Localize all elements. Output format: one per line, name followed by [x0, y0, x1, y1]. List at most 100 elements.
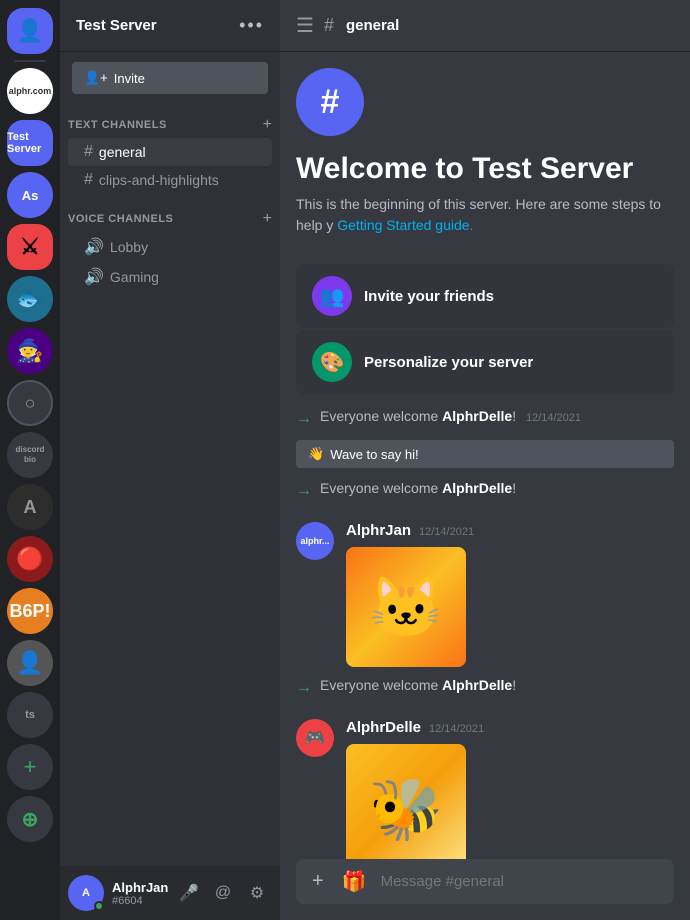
mention-button[interactable]: @ — [208, 878, 238, 908]
channel-name-clips: clips-and-highlights — [99, 172, 219, 188]
cat-sticker-emoji: 🐱 — [369, 572, 444, 643]
add-attachment-button[interactable]: + — [308, 860, 328, 903]
gift-button[interactable]: 🎁 — [338, 859, 371, 904]
user-actions: 🎤 @ ⚙ — [174, 878, 272, 908]
channel-name-general: general — [99, 144, 146, 160]
server-icon-as[interactable]: As — [7, 172, 53, 218]
at-icon: @ — [215, 884, 231, 902]
server-icon-alphr[interactable]: alphr.com — [7, 68, 53, 114]
add-voice-channel-icon[interactable]: + — [263, 210, 272, 228]
alphrdelle-username: AlphrDelle — [346, 719, 421, 736]
server-icon-ts[interactable]: Test Server — [7, 120, 53, 166]
system-timestamp: 12/14/2021 — [526, 412, 581, 424]
alphrjan-avatar: alphr... — [296, 522, 334, 560]
message-input-bar: + 🎁 — [296, 859, 674, 904]
system-message-text: Everyone welcome AlphrDelle! 12/14/2021 — [320, 408, 581, 424]
channel-item-lobby[interactable]: 🔊 Lobby — [68, 232, 272, 262]
text-channels-header[interactable]: TEXT CHANNELS + — [60, 112, 280, 138]
chat-area: # Welcome to Test Server This is the beg… — [280, 52, 690, 859]
settings-button[interactable]: ⚙ — [242, 878, 272, 908]
system-message-3: → Everyone welcome AlphrDelle! — [280, 675, 690, 699]
alphrdelle-avatar: 🎮 — [296, 719, 334, 757]
server-icon-discover[interactable]: ⊕ — [7, 796, 53, 842]
personalize-card[interactable]: 🎨 Personalize your server — [296, 330, 674, 394]
invite-friends-card[interactable]: 👥 Invite your friends — [296, 264, 674, 328]
system-message-2: → Everyone welcome AlphrDelle! — [280, 478, 690, 502]
welcome-title: Welcome to Test Server — [296, 152, 674, 186]
alphrdelle-message-header: AlphrDelle 12/14/2021 — [346, 719, 674, 736]
ts-label: Test Server — [7, 131, 53, 155]
personalize-emoji: 🎨 — [320, 350, 345, 375]
user-bar: A AlphrJan #6604 🎤 @ ⚙ — [60, 866, 280, 920]
welcome-hash-icon: # — [296, 68, 364, 136]
server-icon-circle[interactable]: ○ — [7, 380, 53, 426]
channel-item-clips[interactable]: # clips-and-highlights — [68, 166, 272, 194]
discord-bio-label: discordbio — [16, 445, 45, 464]
cat-sticker: 🐱 — [346, 547, 466, 667]
orange-icon: B6P! — [9, 601, 50, 622]
server-header[interactable]: Test Server ••• — [60, 0, 280, 52]
alphrjan-message-header: AlphrJan 12/14/2021 — [346, 522, 674, 539]
server-icon-avatar[interactable]: 👤 — [7, 640, 53, 686]
message-row-alphrjan: alphr... AlphrJan 12/14/2021 🐱 — [280, 518, 690, 671]
personalize-card-label: Personalize your server — [364, 354, 533, 371]
circle-icon: ○ — [25, 393, 36, 414]
add-icon: + — [24, 754, 37, 780]
channel-name-gaming: Gaming — [110, 269, 159, 285]
invite-card-icon: 👥 — [312, 276, 352, 316]
hash-icon-clips: # — [84, 171, 93, 189]
alphrjan-username: AlphrJan — [346, 522, 411, 539]
server-icon-home[interactable]: 👤 — [7, 8, 53, 54]
alphrdelle-message-content: AlphrDelle 12/14/2021 🐝 — [346, 719, 674, 859]
server-icon-darkred[interactable]: 🔴 — [7, 536, 53, 582]
voice-channels-section: VOICE CHANNELS + 🔊 Lobby 🔊 Gaming — [60, 198, 280, 296]
channel-name-lobby: Lobby — [110, 239, 148, 255]
user-avatar: A — [68, 875, 104, 911]
username: AlphrJan — [112, 880, 166, 895]
header-channel-name: general — [346, 17, 399, 34]
getting-started-link[interactable]: Getting Started guide. — [337, 217, 473, 233]
server-icon-red[interactable]: ⚔ — [7, 224, 53, 270]
server-icon-a[interactable]: A — [7, 484, 53, 530]
server-list: 👤 alphr.com Test Server As ⚔ 🐟 🧙 ○ disco… — [0, 0, 60, 920]
bee-sticker-emoji: 🐝 — [369, 774, 444, 845]
home-icon: 👤 — [16, 18, 43, 44]
system-message-1: → Everyone welcome AlphrDelle! 12/14/202… — [280, 406, 690, 430]
invite-card-label: Invite your friends — [364, 288, 494, 305]
main-content: ☰ # general # Welcome to Test Server Thi… — [280, 0, 690, 920]
invite-icon: 👤+ — [84, 70, 108, 86]
teal-icon: 🐟 — [16, 286, 43, 312]
server-icon-discord-bio[interactable]: discordbio — [7, 432, 53, 478]
hamburger-icon[interactable]: ☰ — [296, 13, 314, 38]
wave-emoji: 👋 — [308, 446, 324, 462]
ts-bottom-label: ts — [25, 709, 35, 721]
user-status-dot — [94, 901, 104, 911]
invite-button[interactable]: 👤+ Invite — [72, 62, 268, 94]
message-input-area: + 🎁 — [280, 859, 690, 920]
discover-icon: ⊕ — [22, 807, 39, 832]
server-icon-purple[interactable]: 🧙 — [7, 328, 53, 374]
user-info: AlphrJan #6604 — [112, 880, 166, 907]
server-icon-orange[interactable]: B6P! — [7, 588, 53, 634]
welcome-section: # Welcome to Test Server This is the beg… — [280, 68, 690, 256]
add-text-channel-icon[interactable]: + — [263, 116, 272, 134]
mute-button[interactable]: 🎤 — [174, 878, 204, 908]
alphrjan-avatar-text: alphr... — [300, 536, 329, 546]
text-channels-label: TEXT CHANNELS — [68, 119, 167, 131]
voice-channels-header[interactable]: VOICE CHANNELS + — [60, 206, 280, 232]
as-label: As — [22, 188, 39, 203]
message-input[interactable] — [381, 861, 662, 902]
red-icon: ⚔ — [20, 234, 40, 260]
channel-item-general[interactable]: # general — [68, 138, 272, 166]
hash-icon: # — [84, 143, 93, 161]
welcome-desc: This is the beginning of this server. He… — [296, 194, 674, 236]
wave-button[interactable]: 👋 Wave to say hi! — [296, 440, 674, 468]
main-header: ☰ # general — [280, 0, 690, 52]
server-icon-ts-bottom[interactable]: ts — [7, 692, 53, 738]
message-row-alphrdelle: 🎮 AlphrDelle 12/14/2021 🐝 — [280, 715, 690, 859]
add-server-button[interactable]: + — [7, 744, 53, 790]
user-avatar-initial: A — [82, 887, 90, 899]
server-icon-teal[interactable]: 🐟 — [7, 276, 53, 322]
server-menu-icon[interactable]: ••• — [239, 15, 264, 36]
channel-item-gaming[interactable]: 🔊 Gaming — [68, 262, 272, 292]
